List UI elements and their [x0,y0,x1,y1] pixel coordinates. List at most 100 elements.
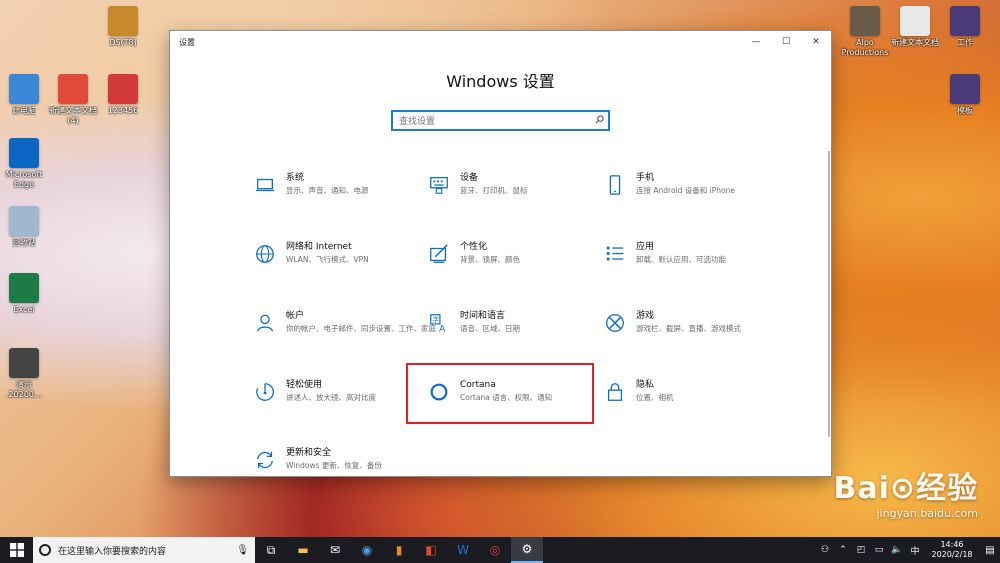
tile-description: 位置、相机 [636,393,674,402]
search-icon[interactable] [595,114,604,127]
desktop-icon[interactable]: 此电脑 [0,74,51,116]
desktop-shortcut-icon [108,6,138,36]
scrollbar[interactable] [828,151,830,437]
office-icon[interactable]: ◧ [415,537,447,563]
close-button[interactable]: ✕ [801,31,831,53]
tile-description: 背景、锁屏、颜色 [460,255,520,264]
tile-name: 系统 [286,173,305,183]
minimize-button[interactable]: — [741,31,771,53]
word-icon[interactable]: W [447,537,479,563]
tile-description: 连接 Android 设备和 iPhone [636,186,735,195]
task-view-icon[interactable]: ⧉ [255,537,287,563]
desktop-icon[interactable]: Excel [0,273,51,315]
desktop-shortcut-icon [9,273,39,303]
tile-name: 个性化 [460,242,488,252]
desktop-icon[interactable]: 新建文本文档 (4) [46,74,100,126]
desktop-shortcut-icon [9,206,39,236]
settings-window: 设置 — ☐ ✕ Windows 设置 查找设置 系统 显示、声音、通知、电源 设备… [169,30,832,477]
tile-name: 帐户 [286,311,305,321]
chevron-up-icon[interactable]: ⌃ [834,545,852,555]
phone-icon [604,174,626,196]
settings-tile-time[interactable]: 字 A 时间和语言 语音、区域、日期 [428,310,608,344]
file-explorer-icon[interactable]: ▬ [287,537,319,563]
tile-description: Windows 更新、恢复、备份 [286,461,382,470]
desktop-icon-label: 演示 .20200… [6,380,42,399]
lock-icon [604,381,626,403]
desktop-icon[interactable]: Alpo Productions [838,6,892,58]
apps-list-icon [604,243,626,265]
xbox-icon [604,312,626,334]
settings-tile-apps[interactable]: 应用 卸载、默认应用、可选功能 [604,241,784,275]
sync-icon [254,449,276,471]
netease-music-icon[interactable]: ◎ [479,537,511,563]
desktop-icon[interactable]: DS(T8) [96,6,150,48]
settings-tile-accounts[interactable]: 帐户你的帐户、电子邮件、同步设置、工作、家庭 [254,310,436,344]
desktop-icon[interactable]: Microsoft Edge [0,138,51,190]
people-icon[interactable]: ⚇ [816,545,834,555]
tile-name: 手机 [636,173,655,183]
tile-name: 隐私 [636,380,655,390]
desktop-icon-label: 模板 [957,106,973,115]
microphone-icon[interactable]: 🎙 [236,545,249,556]
clock[interactable]: 14:46 2020/2/18 [924,540,980,560]
tile-description: WLAN、飞行模式、VPN [286,255,369,264]
cortana-ring-icon [39,544,51,556]
desktop-shortcut-icon [900,6,930,36]
desktop-icon[interactable]: 新建文本文档 [888,6,942,48]
mail-icon[interactable]: ✉ [319,537,351,563]
time-language-icon: 字A [428,312,450,334]
watermark: Bai⊙经验 jingyan.baidu.com [833,463,978,520]
browser-icon[interactable]: ◉ [351,537,383,563]
desktop-icon-label: Alpo Productions [841,38,889,57]
tile-description: 游戏栏、截屏、直播、游戏模式 [636,324,741,333]
settings-tile-system[interactable]: 系统 显示、声音、通知、电源 [254,172,434,206]
desktop-icon[interactable]: 模板 [938,74,992,116]
tile-description: 你的帐户、电子邮件、同步设置、工作、家庭 [286,324,436,333]
notification-icon[interactable]: ▤ [980,545,1000,556]
maximize-button[interactable]: ☐ [771,31,801,53]
desktop-shortcut-icon [58,74,88,104]
svg-text:字: 字 [433,315,439,324]
desktop-shortcut-icon [9,138,39,168]
desktop-icon-label: Excel [13,305,35,314]
settings-tile-update[interactable]: 更新和安全 Windows 更新、恢复、备份 [254,447,434,476]
settings-tile-gaming[interactable]: 游戏 游戏栏、截屏、直播、游戏模式 [604,310,784,344]
person-icon [254,312,276,334]
clock-date: 2020/2/18 [931,550,973,559]
settings-icon[interactable]: ⚙ [511,537,543,563]
display-icon[interactable]: ▭ [870,545,888,555]
input-method-icon[interactable]: 中 [906,544,924,557]
desktop-shortcut-icon [950,6,980,36]
search-placeholder: 查找设置 [399,117,436,127]
system-tray: ⚇ ⌃ ◰ ▭ 🔈 中 14:46 2020/2/18 ▤ [816,537,1000,563]
desktop-icon[interactable]: 123456 [96,74,150,116]
settings-tile-privacy[interactable]: 隐私 位置、相机 [604,379,784,413]
globe-icon [254,243,276,265]
desktop-icon-label: 工作 [957,38,973,47]
network-icon[interactable]: ◰ [852,545,870,555]
settings-tile-network[interactable]: 网络和 Internet WLAN、飞行模式、VPN [254,241,434,275]
settings-tile-personalization[interactable]: 个性化背景、锁屏、颜色 [428,241,608,275]
desktop-icon[interactable]: 工作 [938,6,992,48]
settings-tile-devices[interactable]: 设备蓝牙、打印机、鼠标 [428,172,608,206]
volume-icon[interactable]: 🔈 [888,545,906,555]
taskbar-search-placeholder: 在这里输入你要搜索的内容 [58,546,167,557]
tile-description: 蓝牙、打印机、鼠标 [460,186,528,195]
tile-name: 更新和安全 [286,448,332,458]
page-title: Windows 设置 [446,72,555,91]
settings-tile-phone[interactable]: 手机连接 Android 设备和 iPhone [604,172,784,206]
ease-of-access-icon [254,381,276,403]
desktop-icon[interactable]: 演示 .20200… [0,348,51,400]
title-bar[interactable]: 设置 — ☐ ✕ [170,31,831,53]
search-input[interactable]: 查找设置 [391,110,610,131]
keyboard-icon [428,174,450,196]
watermark-brand: Bai⊙经验 [833,471,978,506]
desktop-icon[interactable]: 回收站 [0,206,51,248]
app-icon[interactable]: ▮ [383,537,415,563]
desktop-icon-label: DS(T8) [109,38,137,47]
tile-name: 设备 [460,173,479,183]
tile-description: 卸载、默认应用、可选功能 [636,255,726,264]
start-button[interactable] [0,537,33,563]
taskbar-search-box[interactable]: 在这里输入你要搜索的内容 🎙 [33,537,255,563]
desktop-shortcut-icon [9,348,39,378]
